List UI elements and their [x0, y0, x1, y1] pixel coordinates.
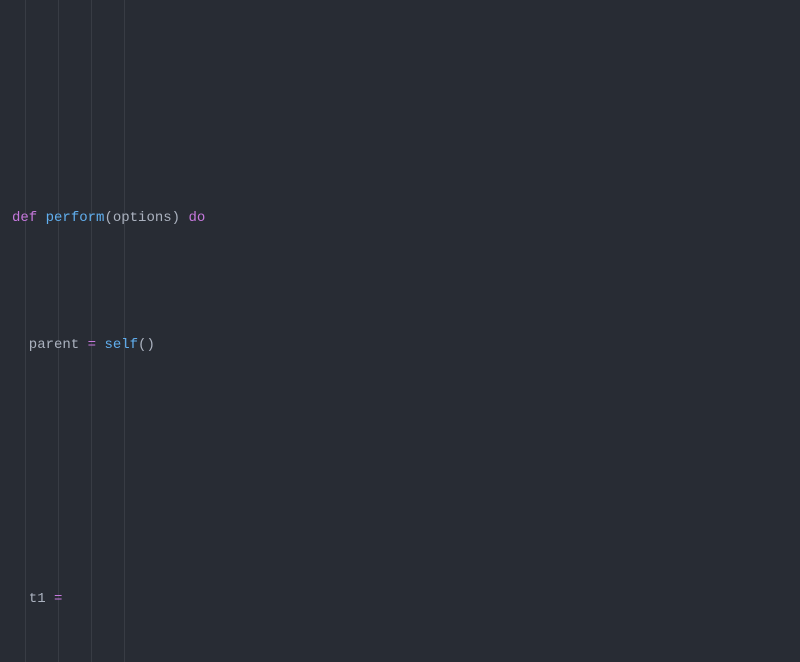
indent-guide	[25, 0, 26, 662]
code-line: def perform(options) do	[0, 206, 800, 231]
code-line: t1 =	[0, 587, 800, 612]
keyword-do: do	[188, 210, 205, 226]
operator: =	[88, 337, 96, 353]
indent-guide	[91, 0, 92, 662]
indent-guide	[124, 0, 125, 662]
code-text	[37, 210, 45, 226]
code-text: ()	[138, 337, 155, 353]
keyword-def: def	[12, 210, 37, 226]
function-call: self	[104, 337, 138, 353]
function-name: perform	[46, 210, 105, 226]
code-line: parent = self()	[0, 333, 800, 358]
code-text: (options)	[104, 210, 188, 226]
blank-line	[0, 460, 800, 485]
indent-guide	[58, 0, 59, 662]
code-text: t1	[12, 591, 54, 607]
code-text: parent	[12, 337, 88, 353]
operator: =	[54, 591, 62, 607]
code-editor: def perform(options) do parent = self() …	[0, 0, 800, 662]
